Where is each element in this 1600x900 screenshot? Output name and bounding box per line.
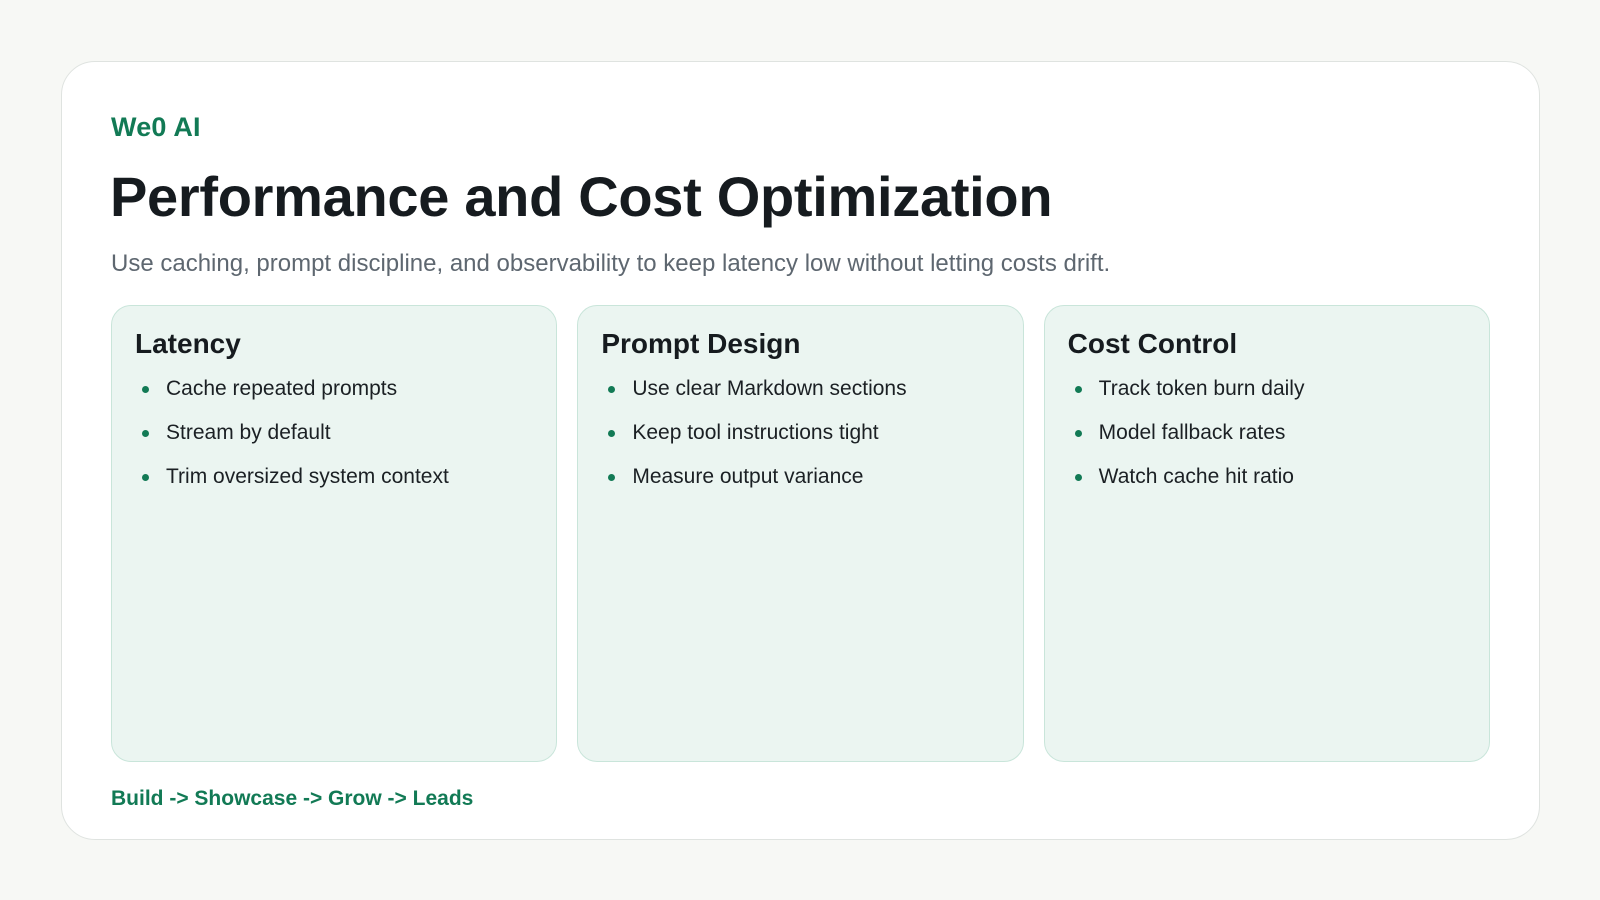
list-item: Watch cache hit ratio: [1068, 464, 1466, 490]
bullet-dot-icon: [608, 386, 616, 393]
list-item: Trim oversized system context: [135, 464, 533, 490]
bullet-dot-icon: [1074, 430, 1082, 437]
card-latency: Latency Cache repeated prompts Stream by…: [111, 305, 558, 762]
list-item-text: Track token burn daily: [1098, 377, 1305, 400]
card-title: Prompt Design: [601, 328, 801, 359]
list-item: Keep tool instructions tight: [601, 420, 999, 446]
bullet-dot-icon: [142, 474, 149, 481]
bullet-dot-icon: [142, 386, 149, 393]
bullet-dot-icon: [608, 430, 616, 437]
list-item-text: Trim oversized system context: [166, 465, 449, 488]
list-item: Measure output variance: [601, 464, 999, 490]
list-item-text: Cache repeated prompts: [166, 377, 398, 400]
list-item-text: Use clear Markdown sections: [632, 377, 907, 400]
list-item: Track token burn daily: [1068, 376, 1466, 402]
bullet-dot-icon: [1074, 386, 1082, 393]
list-item-text: Stream by default: [166, 421, 331, 444]
page-title: Performance and Cost Optimization: [110, 165, 1053, 228]
card-cost-control: Cost Control Track token burn daily Mode…: [1043, 305, 1490, 762]
list-item: Stream by default: [135, 420, 533, 446]
card-prompt-design: Prompt Design Use clear Markdown section…: [577, 305, 1024, 762]
list-item: Use clear Markdown sections: [601, 376, 999, 402]
card-list: Track token burn daily Model fallback ra…: [1068, 376, 1466, 490]
list-item-text: Keep tool instructions tight: [632, 421, 879, 444]
list-item-text: Watch cache hit ratio: [1098, 465, 1294, 488]
list-item: Model fallback rates: [1068, 420, 1466, 446]
list-item-text: Measure output variance: [632, 465, 864, 488]
bullet-dot-icon: [1074, 474, 1082, 481]
brand-name: We0 AI: [111, 112, 201, 142]
list-item-text: Model fallback rates: [1098, 421, 1286, 444]
card-title: Latency: [135, 328, 241, 359]
bullet-dot-icon: [142, 430, 149, 437]
card-title: Cost Control: [1067, 328, 1238, 359]
card-list: Use clear Markdown sections Keep tool in…: [601, 376, 999, 490]
page-subtitle: Use caching, prompt discipline, and obse…: [111, 250, 1111, 277]
card-grid: Latency Cache repeated prompts Stream by…: [111, 305, 1490, 762]
list-item: Cache repeated prompts: [135, 376, 533, 402]
bullet-dot-icon: [608, 474, 616, 481]
card-list: Cache repeated prompts Stream by default…: [135, 376, 533, 490]
footer-tagline: Build -> Showcase -> Grow -> Leads: [111, 787, 474, 810]
slide-container: We0 AI Performance and Cost Optimization…: [61, 61, 1540, 840]
